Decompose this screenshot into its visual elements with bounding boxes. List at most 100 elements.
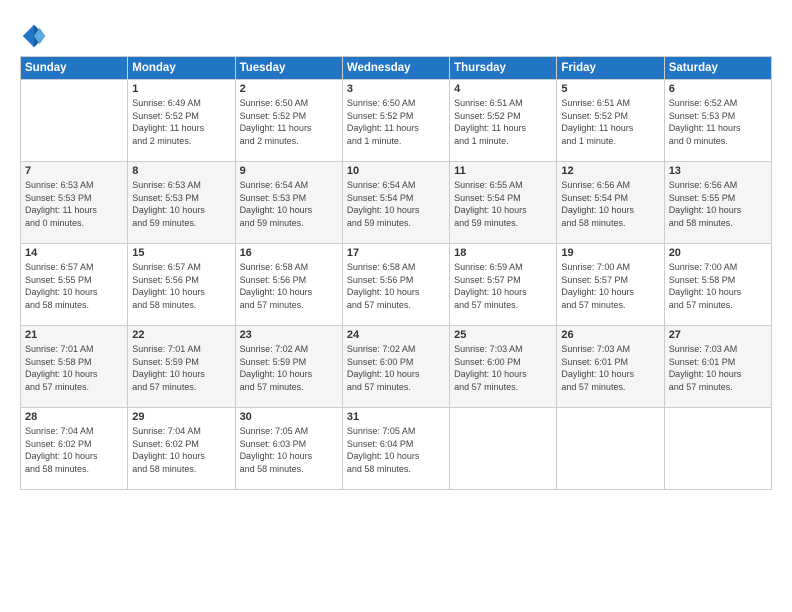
day-cell: 6 Sunrise: 6:52 AM Sunset: 5:53 PM Daylig… — [664, 80, 771, 162]
day-number: 9 — [240, 165, 338, 177]
day-cell: 11 Sunrise: 6:55 AM Sunset: 5:54 PM Dayli… — [450, 162, 557, 244]
col-header-monday: Monday — [128, 57, 235, 80]
day-number: 25 — [454, 329, 552, 341]
day-cell: 20 Sunrise: 7:00 AM Sunset: 5:58 PM Dayli… — [664, 244, 771, 326]
calendar-table: SundayMondayTuesdayWednesdayThursdayFrid… — [20, 56, 772, 490]
day-cell: 30 Sunrise: 7:05 AM Sunset: 6:03 PM Dayli… — [235, 408, 342, 490]
day-info: Sunrise: 6:58 AM Sunset: 5:56 PM Dayligh… — [240, 261, 338, 311]
day-info: Sunrise: 6:49 AM Sunset: 5:52 PM Dayligh… — [132, 97, 230, 147]
day-cell: 19 Sunrise: 7:00 AM Sunset: 5:57 PM Dayli… — [557, 244, 664, 326]
day-cell: 28Sunrise: 7:04 AM Sunset: 6:02 PM Dayli… — [21, 408, 128, 490]
day-number: 7 — [25, 165, 123, 177]
day-info: Sunrise: 6:53 AM Sunset: 5:53 PM Dayligh… — [132, 179, 230, 229]
day-number: 30 — [240, 411, 338, 423]
day-number: 5 — [561, 83, 659, 95]
day-cell: 31 Sunrise: 7:05 AM Sunset: 6:04 PM Dayli… — [342, 408, 449, 490]
day-info: Sunrise: 6:55 AM Sunset: 5:54 PM Dayligh… — [454, 179, 552, 229]
day-cell: 9 Sunrise: 6:54 AM Sunset: 5:53 PM Daylig… — [235, 162, 342, 244]
col-header-wednesday: Wednesday — [342, 57, 449, 80]
day-number: 18 — [454, 247, 552, 259]
day-info: Sunrise: 6:59 AM Sunset: 5:57 PM Dayligh… — [454, 261, 552, 311]
day-number: 19 — [561, 247, 659, 259]
day-cell — [557, 408, 664, 490]
header-row: SundayMondayTuesdayWednesdayThursdayFrid… — [21, 57, 772, 80]
day-cell: 25Sunrise: 7:03 AM Sunset: 6:00 PM Dayli… — [450, 326, 557, 408]
day-number: 23 — [240, 329, 338, 341]
day-cell: 7Sunrise: 6:53 AM Sunset: 5:53 PM Daylig… — [21, 162, 128, 244]
day-number: 28 — [25, 411, 123, 423]
day-cell: 15Sunrise: 6:57 AM Sunset: 5:56 PM Dayli… — [128, 244, 235, 326]
day-cell: 29 Sunrise: 7:04 AM Sunset: 6:02 PM Dayli… — [128, 408, 235, 490]
day-cell: 17 Sunrise: 6:58 AM Sunset: 5:56 PM Dayli… — [342, 244, 449, 326]
header — [20, 18, 772, 50]
week-row-1: 1 Sunrise: 6:49 AM Sunset: 5:52 PM Daylig… — [21, 80, 772, 162]
col-header-tuesday: Tuesday — [235, 57, 342, 80]
day-cell: 26 Sunrise: 7:03 AM Sunset: 6:01 PM Dayli… — [557, 326, 664, 408]
day-number: 14 — [25, 247, 123, 259]
day-info: Sunrise: 7:04 AM Sunset: 6:02 PM Dayligh… — [132, 425, 230, 475]
day-cell: 12 Sunrise: 6:56 AM Sunset: 5:54 PM Dayli… — [557, 162, 664, 244]
day-number: 20 — [669, 247, 767, 259]
day-number: 6 — [669, 83, 767, 95]
day-cell: 23 Sunrise: 7:02 AM Sunset: 5:59 PM Dayli… — [235, 326, 342, 408]
day-cell: 13Sunrise: 6:56 AM Sunset: 5:55 PM Dayli… — [664, 162, 771, 244]
day-number: 12 — [561, 165, 659, 177]
day-cell — [664, 408, 771, 490]
day-info: Sunrise: 7:01 AM Sunset: 5:58 PM Dayligh… — [25, 343, 123, 393]
day-cell: 5 Sunrise: 6:51 AM Sunset: 5:52 PM Daylig… — [557, 80, 664, 162]
day-number: 29 — [132, 411, 230, 423]
day-cell: 24 Sunrise: 7:02 AM Sunset: 6:00 PM Dayli… — [342, 326, 449, 408]
day-cell: 27 Sunrise: 7:03 AM Sunset: 6:01 PM Dayli… — [664, 326, 771, 408]
page: SundayMondayTuesdayWednesdayThursdayFrid… — [0, 0, 792, 612]
day-cell — [450, 408, 557, 490]
day-cell: 2 Sunrise: 6:50 AM Sunset: 5:52 PM Daylig… — [235, 80, 342, 162]
day-cell: 3Sunrise: 6:50 AM Sunset: 5:52 PM Daylig… — [342, 80, 449, 162]
day-info: Sunrise: 7:05 AM Sunset: 6:03 PM Dayligh… — [240, 425, 338, 475]
day-number: 2 — [240, 83, 338, 95]
day-info: Sunrise: 6:57 AM Sunset: 5:55 PM Dayligh… — [25, 261, 123, 311]
col-header-thursday: Thursday — [450, 57, 557, 80]
col-header-sunday: Sunday — [21, 57, 128, 80]
day-info: Sunrise: 7:05 AM Sunset: 6:04 PM Dayligh… — [347, 425, 445, 475]
week-row-4: 21 Sunrise: 7:01 AM Sunset: 5:58 PM Dayli… — [21, 326, 772, 408]
day-info: Sunrise: 7:02 AM Sunset: 6:00 PM Dayligh… — [347, 343, 445, 393]
day-number: 21 — [25, 329, 123, 341]
day-info: Sunrise: 6:50 AM Sunset: 5:52 PM Dayligh… — [347, 97, 445, 147]
day-cell: 10Sunrise: 6:54 AM Sunset: 5:54 PM Dayli… — [342, 162, 449, 244]
day-cell: 21 Sunrise: 7:01 AM Sunset: 5:58 PM Dayli… — [21, 326, 128, 408]
day-number: 1 — [132, 83, 230, 95]
col-header-saturday: Saturday — [664, 57, 771, 80]
day-info: Sunrise: 7:00 AM Sunset: 5:57 PM Dayligh… — [561, 261, 659, 311]
day-info: Sunrise: 6:51 AM Sunset: 5:52 PM Dayligh… — [454, 97, 552, 147]
day-info: Sunrise: 6:56 AM Sunset: 5:54 PM Dayligh… — [561, 179, 659, 229]
day-info: Sunrise: 7:01 AM Sunset: 5:59 PM Dayligh… — [132, 343, 230, 393]
day-info: Sunrise: 6:57 AM Sunset: 5:56 PM Dayligh… — [132, 261, 230, 311]
day-number: 31 — [347, 411, 445, 423]
day-info: Sunrise: 6:56 AM Sunset: 5:55 PM Dayligh… — [669, 179, 767, 229]
day-number: 11 — [454, 165, 552, 177]
day-number: 22 — [132, 329, 230, 341]
day-number: 27 — [669, 329, 767, 341]
day-cell: 4 Sunrise: 6:51 AM Sunset: 5:52 PM Daylig… — [450, 80, 557, 162]
day-info: Sunrise: 6:54 AM Sunset: 5:53 PM Dayligh… — [240, 179, 338, 229]
day-number: 26 — [561, 329, 659, 341]
day-info: Sunrise: 7:02 AM Sunset: 5:59 PM Dayligh… — [240, 343, 338, 393]
day-info: Sunrise: 6:50 AM Sunset: 5:52 PM Dayligh… — [240, 97, 338, 147]
day-cell: 8 Sunrise: 6:53 AM Sunset: 5:53 PM Daylig… — [128, 162, 235, 244]
day-info: Sunrise: 7:00 AM Sunset: 5:58 PM Dayligh… — [669, 261, 767, 311]
col-header-friday: Friday — [557, 57, 664, 80]
day-info: Sunrise: 7:03 AM Sunset: 6:01 PM Dayligh… — [669, 343, 767, 393]
logo-icon — [20, 22, 48, 50]
day-number: 16 — [240, 247, 338, 259]
day-info: Sunrise: 6:58 AM Sunset: 5:56 PM Dayligh… — [347, 261, 445, 311]
day-info: Sunrise: 6:52 AM Sunset: 5:53 PM Dayligh… — [669, 97, 767, 147]
logo — [20, 22, 52, 50]
day-number: 8 — [132, 165, 230, 177]
week-row-3: 14 Sunrise: 6:57 AM Sunset: 5:55 PM Dayli… — [21, 244, 772, 326]
day-number: 4 — [454, 83, 552, 95]
day-info: Sunrise: 7:03 AM Sunset: 6:01 PM Dayligh… — [561, 343, 659, 393]
week-row-5: 28 Sunrise: 7:04 AM Sunset: 6:02 PM Dayli… — [21, 408, 772, 490]
day-number: 24 — [347, 329, 445, 341]
day-info: Sunrise: 6:51 AM Sunset: 5:52 PM Dayligh… — [561, 97, 659, 147]
day-number: 17 — [347, 247, 445, 259]
